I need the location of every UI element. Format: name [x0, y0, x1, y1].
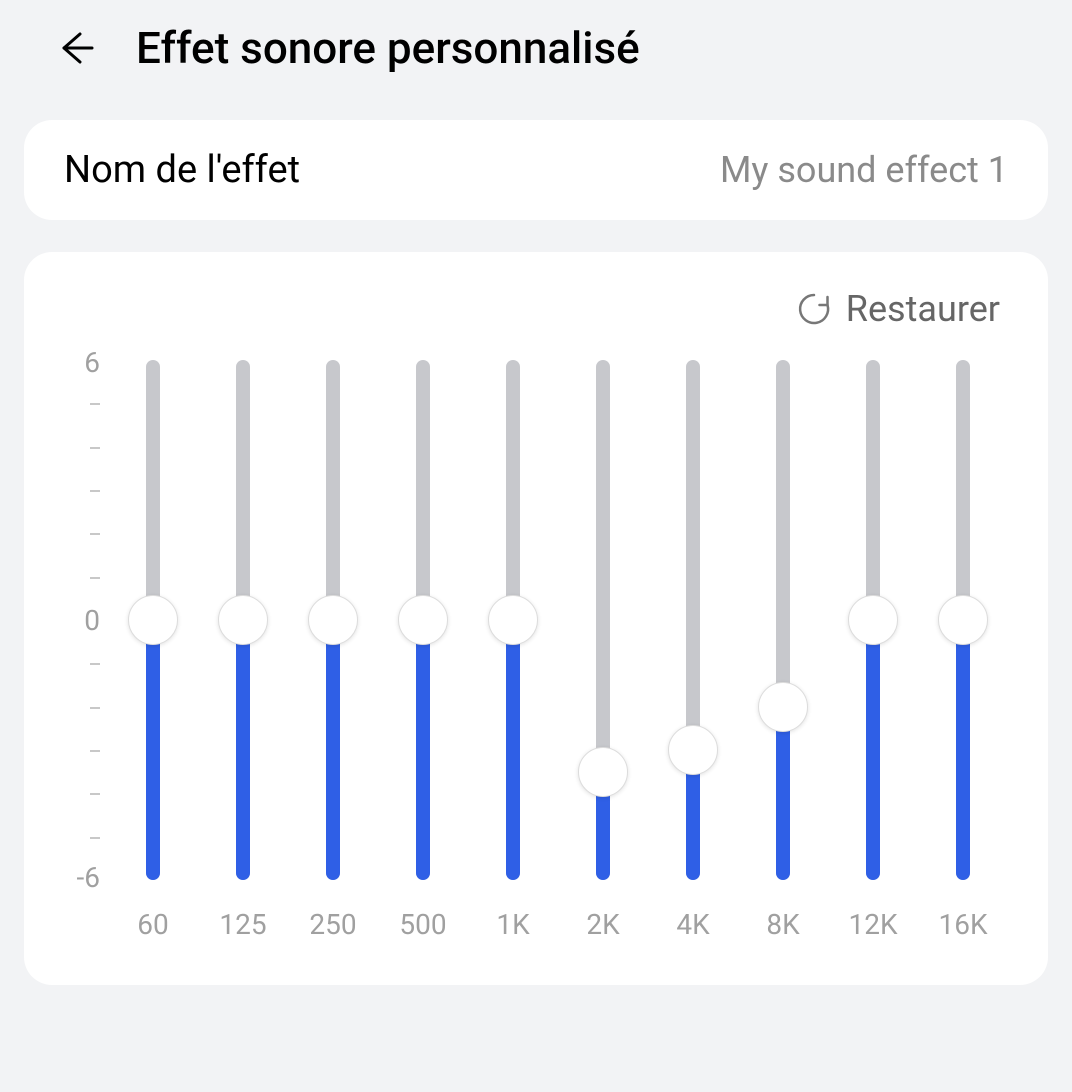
band-label: 1K	[496, 908, 529, 941]
slider-track[interactable]	[956, 360, 970, 880]
slider-track[interactable]	[866, 360, 880, 880]
eq-slider: 12K	[828, 360, 918, 941]
slider-thumb[interactable]	[668, 725, 718, 775]
restore-button[interactable]: Restaurer	[64, 288, 1008, 330]
equalizer-card: Restaurer 6 0 -6 601252505001K2K4K8K12K1…	[24, 252, 1048, 985]
eq-slider: 16K	[918, 360, 1008, 941]
sliders-container: 60 125 250 500 1K 2K 4K 8K 12K 16K	[108, 360, 1008, 941]
slider-track[interactable]	[146, 360, 160, 880]
band-label: 250	[309, 908, 356, 941]
band-label: 60	[137, 908, 168, 941]
slider-thumb[interactable]	[758, 682, 808, 732]
slider-track[interactable]	[506, 360, 520, 880]
band-label: 4K	[676, 908, 709, 941]
slider-track[interactable]	[326, 360, 340, 880]
band-label: 12K	[848, 908, 897, 941]
band-label: 8K	[766, 908, 799, 941]
slider-thumb[interactable]	[398, 595, 448, 645]
eq-slider: 4K	[648, 360, 738, 941]
effect-name-value: My sound effect 1	[720, 149, 1008, 191]
effect-name-row[interactable]: Nom de l'effet My sound effect 1	[24, 120, 1048, 220]
eq-slider: 1K	[468, 360, 558, 941]
y-axis-max: 6	[84, 346, 100, 379]
band-label: 500	[399, 908, 446, 941]
slider-thumb[interactable]	[578, 747, 628, 797]
restore-icon	[796, 291, 832, 327]
slider-thumb[interactable]	[848, 595, 898, 645]
band-label: 125	[219, 908, 266, 941]
slider-track[interactable]	[236, 360, 250, 880]
slider-track[interactable]	[416, 360, 430, 880]
slider-track[interactable]	[776, 360, 790, 880]
slider-thumb[interactable]	[488, 595, 538, 645]
slider-track[interactable]	[596, 360, 610, 880]
slider-thumb[interactable]	[128, 595, 178, 645]
y-axis-min: -6	[77, 861, 100, 894]
slider-thumb[interactable]	[308, 595, 358, 645]
eq-slider: 2K	[558, 360, 648, 941]
band-label: 2K	[586, 908, 619, 941]
eq-slider: 125	[198, 360, 288, 941]
eq-slider: 8K	[738, 360, 828, 941]
restore-label: Restaurer	[846, 288, 1000, 330]
y-axis-zero: 0	[84, 604, 100, 637]
back-icon[interactable]	[48, 20, 104, 76]
eq-slider: 60	[108, 360, 198, 941]
eq-slider: 250	[288, 360, 378, 941]
effect-name-label: Nom de l'effet	[64, 148, 300, 192]
eq-slider: 500	[378, 360, 468, 941]
page-title: Effet sonore personnalisé	[136, 22, 640, 74]
slider-thumb[interactable]	[218, 595, 268, 645]
y-axis: 6 0 -6	[64, 360, 108, 880]
band-label: 16K	[938, 908, 987, 941]
slider-track[interactable]	[686, 360, 700, 880]
slider-thumb[interactable]	[938, 595, 988, 645]
